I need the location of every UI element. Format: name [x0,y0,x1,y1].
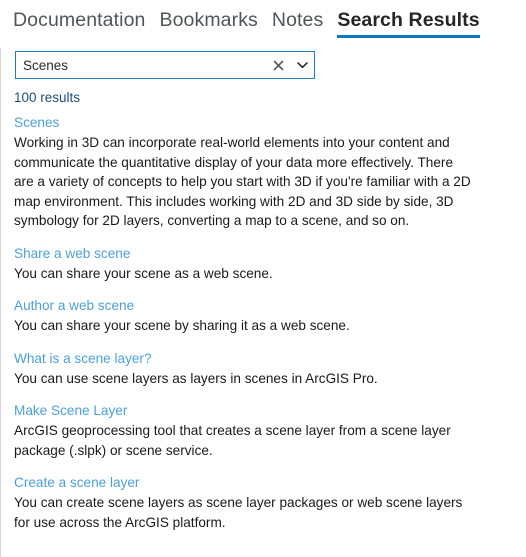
tab-documentation[interactable]: Documentation [13,8,145,38]
result-snippet: You can create scene layers as scene lay… [14,495,463,530]
result-item: What is a scene layer? You can use scene… [14,349,504,389]
result-snippet: You can use scene layers as layers in sc… [14,370,378,386]
tab-bookmarks[interactable]: Bookmarks [159,8,257,38]
search-field[interactable] [15,51,315,79]
close-x-icon [272,59,284,71]
search-history-dropdown-button[interactable] [290,52,314,78]
result-item: Author a web scene You can share your sc… [14,296,504,336]
result-snippet: ArcGIS geoprocessing tool that creates a… [14,423,451,458]
result-title-link[interactable]: Make Scene Layer [14,401,127,420]
tab-search-results[interactable]: Search Results [337,8,480,38]
results-count: 100 results [14,90,81,105]
result-snippet: You can share your scene as a web scene. [14,265,273,281]
result-item: Make Scene Layer ArcGIS geoprocessing to… [14,401,504,460]
results-list: Scenes Working in 3D can incorporate rea… [0,113,526,532]
chevron-down-icon [296,62,308,69]
tab-bar: Documentation Bookmarks Notes Search Res… [0,0,526,38]
search-input[interactable] [16,52,266,78]
tab-label: Notes [271,9,324,31]
result-snippet: You can share your scene by sharing it a… [14,318,350,333]
search-results-panel: Documentation Bookmarks Notes Search Res… [0,0,526,557]
tab-notes[interactable]: Notes [272,8,323,38]
panel-left-divider [0,48,1,557]
result-snippet: Working in 3D can incorporate real-world… [14,135,471,228]
result-title-link[interactable]: Author a web scene [14,296,134,315]
clear-search-button[interactable] [266,52,290,78]
result-title-link[interactable]: Share a web scene [14,244,130,263]
tab-label: Bookmarks [159,9,258,31]
result-item: Scenes Working in 3D can incorporate rea… [14,113,504,231]
result-title-link[interactable]: Scenes [14,113,59,132]
result-item: Share a web scene You can share your sce… [14,244,504,284]
result-title-link[interactable]: Create a scene layer [14,473,139,492]
tab-label: Search Results [337,9,480,31]
result-title-link[interactable]: What is a scene layer? [14,349,152,368]
result-item: Create a scene layer You can create scen… [14,473,504,532]
tab-label: Documentation [13,9,146,31]
